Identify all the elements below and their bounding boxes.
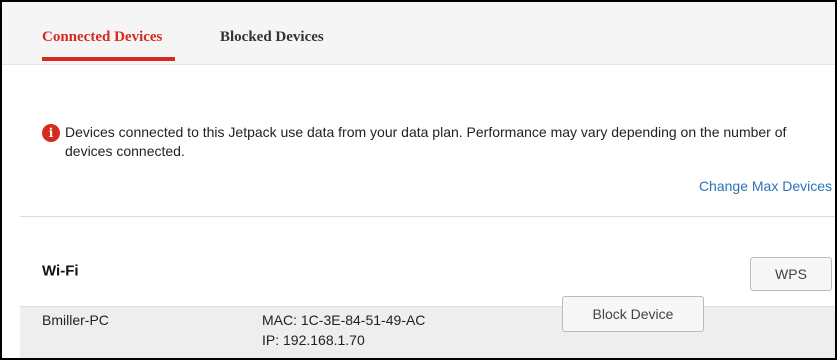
device-ip-address: IP: 192.168.1.70 (262, 332, 365, 348)
device-row: Bmiller-PC MAC: 1C-3E-84-51-49-AC IP: 19… (20, 296, 835, 358)
device-name: Bmiller-PC (42, 312, 109, 328)
data-plan-notice: i Devices connected to this Jetpack use … (42, 123, 822, 161)
device-mac-address: MAC: 1C-3E-84-51-49-AC (262, 312, 426, 328)
active-tab-indicator (42, 57, 175, 61)
section-divider (20, 216, 835, 217)
wifi-section-title: Wi-Fi (42, 262, 79, 280)
notice-text: Devices connected to this Jetpack use da… (65, 124, 787, 159)
wps-button[interactable]: WPS (750, 257, 832, 291)
device-tabs: Connected Devices Blocked Devices (2, 2, 835, 65)
tab-connected-devices[interactable]: Connected Devices (42, 29, 162, 46)
connected-devices-panel: Connected Devices Blocked Devices i Devi… (0, 0, 837, 360)
change-max-devices-link[interactable]: Change Max Devices (699, 178, 832, 194)
info-icon: i (42, 124, 60, 142)
block-device-button[interactable]: Block Device (562, 296, 704, 332)
tab-blocked-devices[interactable]: Blocked Devices (220, 29, 324, 46)
